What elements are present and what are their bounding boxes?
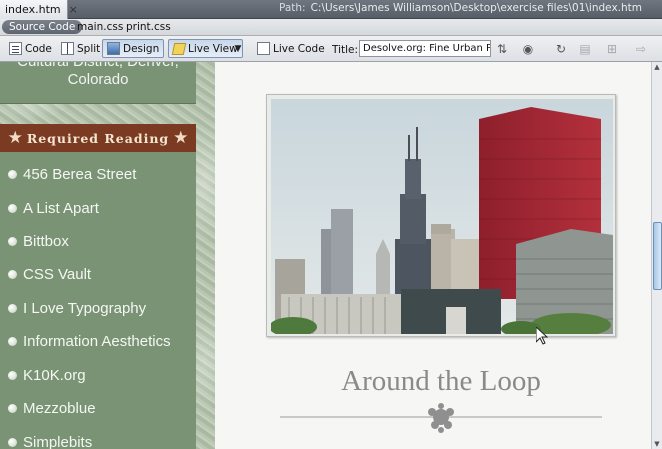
bullet-icon (8, 336, 17, 346)
close-icon[interactable]: × (69, 3, 78, 16)
visual-aids-icon[interactable]: ⊞ (604, 41, 620, 56)
bullet-icon (8, 303, 17, 313)
split-view-label: Split (77, 42, 101, 55)
live-code-button[interactable]: Live Code (252, 39, 330, 58)
title-label: Title: (332, 44, 359, 56)
document-tab-bar: index.htm × Path: C:\Users\James Williams… (0, 0, 662, 19)
mouse-cursor-icon (536, 327, 548, 345)
reading-link-label: Mezzoblue (23, 399, 96, 417)
photo-frame (266, 94, 616, 337)
related-files-bar: Source Code main.css print.css (0, 19, 662, 36)
location-line-1: Cultural District, Denver, (0, 62, 196, 71)
live-code-icon (257, 42, 270, 55)
flourish-divider-icon (280, 403, 602, 433)
reading-link-label: K10K.org (23, 366, 86, 384)
reading-link-label: I Love Typography (23, 299, 147, 317)
reading-link[interactable]: CSS Vault (8, 264, 91, 284)
document-tab-label: index.htm (5, 3, 61, 16)
reading-link[interactable]: I Love Typography (8, 298, 146, 318)
reading-link-label: 456 Berea Street (23, 165, 137, 183)
check-page-icon[interactable]: ⇨ (633, 41, 649, 56)
live-view-options-dropdown[interactable]: ▼ (231, 39, 245, 58)
bullet-icon (8, 437, 17, 447)
view-options-icon[interactable]: ▤ (577, 41, 593, 56)
code-view-button[interactable]: Code (4, 39, 57, 58)
reading-link[interactable]: 456 Berea Street (8, 164, 136, 184)
title-input[interactable]: Desolve.org: Fine Urban Photo (359, 40, 491, 57)
star-icon: ★ (7, 127, 23, 148)
preview-in-browser-icon[interactable]: ◉ (520, 41, 536, 56)
design-view-label: Design (123, 42, 160, 55)
reading-link-label: CSS Vault (23, 265, 92, 283)
bullet-icon (8, 403, 17, 413)
related-file-main-css[interactable]: main.css (72, 20, 128, 34)
sidebar-location-box: Cultural District, Denver, Colorado (0, 62, 196, 104)
required-reading-header: ★ Required Reading ★ (0, 124, 196, 152)
code-view-label: Code (25, 42, 52, 55)
scroll-down-icon[interactable]: ▼ (652, 439, 662, 449)
code-view-icon (9, 42, 22, 55)
live-code-label: Live Code (273, 42, 325, 55)
reading-link-label: Bittbox (23, 232, 69, 250)
required-reading-list: 456 Berea Street A List Apart Bittbox CS… (0, 152, 196, 449)
required-reading-title: Required Reading (26, 130, 170, 146)
bullet-icon (8, 169, 17, 179)
design-view-icon (107, 42, 120, 55)
path-label: Path: (278, 2, 306, 14)
reading-link[interactable]: Simplebits (8, 432, 92, 449)
reading-link[interactable]: Bittbox (8, 231, 69, 251)
scroll-up-icon[interactable]: ▲ (652, 62, 662, 72)
related-file-source-code[interactable]: Source Code (2, 20, 83, 34)
scrollbar-thumb[interactable] (653, 222, 662, 290)
reading-link-label: Information Aesthetics (23, 332, 171, 350)
document-tab-index[interactable]: index.htm × (0, 0, 78, 19)
design-view-button[interactable]: Design (102, 39, 165, 58)
location-line-2: Colorado (67, 71, 129, 88)
reading-link-label: A List Apart (23, 199, 99, 217)
live-view-icon (171, 42, 187, 55)
chicago-skyline-photo (271, 99, 613, 334)
split-view-icon (61, 42, 74, 55)
reading-link-label: Simplebits (23, 433, 93, 449)
page-heading: Around the Loop (341, 365, 541, 397)
chevron-down-icon: ▼ (234, 43, 242, 54)
path-value: C:\Users\James Williamson\Desktop\exerci… (310, 2, 642, 14)
split-view-button[interactable]: Split (56, 39, 105, 58)
star-icon: ★ (173, 127, 189, 148)
bullet-icon (8, 370, 17, 380)
reading-link[interactable]: Information Aesthetics (8, 331, 171, 351)
reading-link[interactable]: Mezzoblue (8, 398, 96, 418)
document-toolbar: Code Split Design Live View ▼ Live Code … (0, 36, 662, 62)
reading-link[interactable]: A List Apart (8, 198, 99, 218)
related-file-print-css[interactable]: print.css (121, 20, 176, 34)
reading-link[interactable]: K10K.org (8, 365, 86, 385)
live-view-viewport: Cultural District, Denver, Colorado ★ Re… (0, 62, 651, 449)
bullet-icon (8, 269, 17, 279)
bullet-icon (8, 203, 17, 213)
vertical-scrollbar[interactable]: ▲ ▼ (651, 62, 662, 449)
file-management-icon[interactable]: ⇅ (494, 41, 510, 56)
refresh-icon[interactable]: ↻ (553, 41, 569, 56)
file-path: Path: C:\Users\James Williamson\Desktop\e… (279, 2, 642, 14)
bullet-icon (8, 236, 17, 246)
